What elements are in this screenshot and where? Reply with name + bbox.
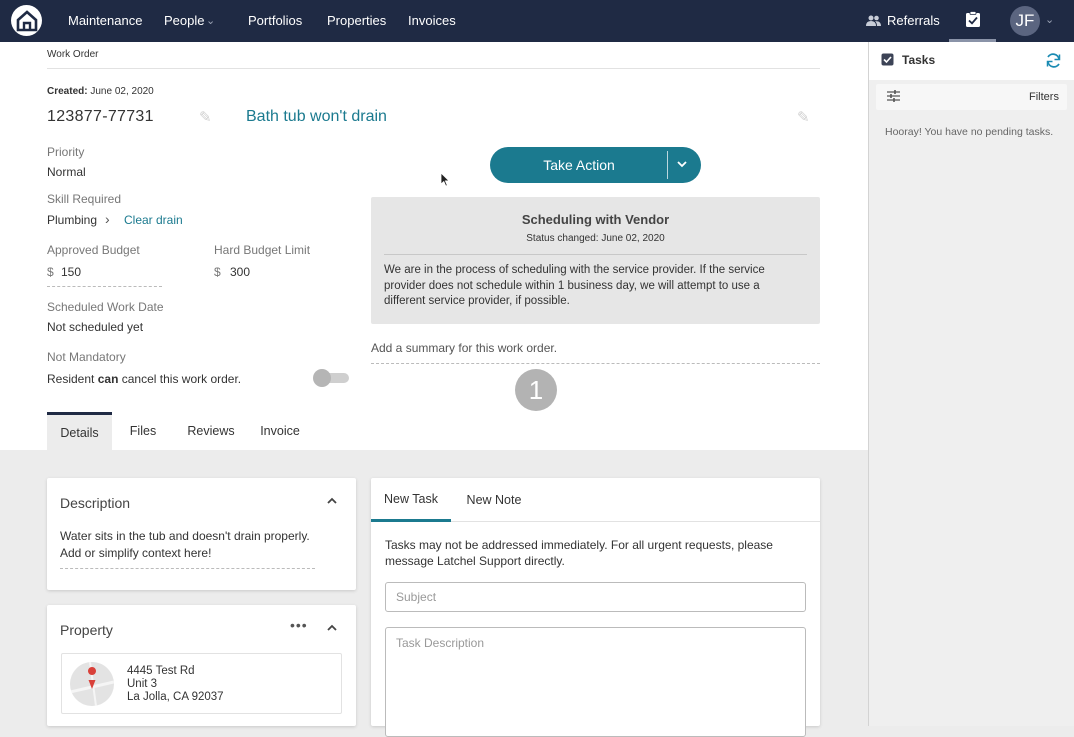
step-number-badge: 1 [515, 369, 557, 411]
currency-symbol: $ [47, 265, 54, 279]
created-label: Created: [47, 86, 88, 97]
hard-limit-label: Hard Budget Limit [214, 243, 311, 257]
property-address-box[interactable]: 4445 Test Rd Unit 3 La Jolla, CA 92037 [61, 653, 342, 714]
cancel-bold: can [97, 372, 119, 386]
description-title: Description [60, 495, 131, 511]
description-text[interactable]: Water sits in the tub and doesn't drain … [60, 529, 310, 543]
nav-people[interactable]: People [164, 13, 204, 28]
tab-new-task[interactable]: New Task [371, 478, 451, 522]
tab-files[interactable]: Files [120, 412, 166, 450]
property-title: Property [60, 622, 113, 638]
description-hint: Add or simplify context here! [60, 546, 212, 560]
cancel-prefix: Resident [47, 372, 95, 386]
toggle-knob[interactable] [313, 369, 331, 387]
empty-tasks-message: Hooray! You have no pending tasks. [885, 126, 1054, 138]
priority-label: Priority [47, 145, 85, 159]
breadcrumb: Work Order [47, 49, 99, 60]
divider [47, 68, 820, 69]
cancel-policy-text: Resident can cancel this work order. [47, 372, 241, 386]
address-line-1: 4445 Test Rd [127, 665, 195, 677]
nav-properties[interactable]: Properties [327, 13, 386, 28]
created-info: Created: June 02, 2020 [47, 86, 154, 97]
chevron-up-icon[interactable] [326, 494, 338, 512]
referrals-label: Referrals [887, 13, 940, 28]
work-order-title[interactable]: Bath tub won't drain [246, 108, 387, 126]
nav-maintenance[interactable]: Maintenance [68, 13, 142, 28]
tab-new-note[interactable]: New Note [459, 478, 529, 522]
cursor-icon [440, 172, 450, 187]
scheduled-value[interactable]: Not scheduled yet [47, 320, 143, 334]
nav-portfolios[interactable]: Portfolios [248, 13, 302, 28]
property-address: 4445 Test Rd Unit 3 La Jolla, CA 92037 [127, 665, 224, 704]
scheduled-label: Scheduled Work Date [47, 300, 164, 314]
address-line-3: La Jolla, CA 92037 [127, 691, 224, 703]
chevron-down-icon[interactable]: ⌄ [206, 14, 215, 27]
map-pin-icon [70, 662, 114, 706]
divider [384, 254, 807, 255]
button-divider [667, 151, 668, 179]
top-navigation: Maintenance People ⌄ Portfolios Properti… [0, 0, 1074, 42]
status-title: Scheduling with Vendor [521, 212, 670, 227]
take-action-button[interactable]: Take Action [490, 147, 701, 183]
chevron-down-icon[interactable] [676, 156, 688, 177]
refresh-icon[interactable] [1045, 52, 1062, 69]
property-card: Property ••• 4445 Test Rd Unit 3 La Joll… [47, 605, 356, 726]
subject-input[interactable] [385, 582, 806, 612]
task-form-card: New Task New Note Tasks may not be addre… [371, 478, 820, 737]
address-line-2: Unit 3 [127, 678, 158, 690]
sliders-icon[interactable] [887, 90, 900, 102]
status-message: We are in the process of scheduling with… [384, 264, 765, 307]
home-logo-icon[interactable] [11, 5, 42, 36]
status-panel: Scheduling with Vendor Status changed: J… [371, 197, 820, 324]
people-icon [866, 15, 881, 26]
work-order-id: 123877-77731 [47, 108, 154, 125]
tasks-sidebar: Tasks Filters Hooray! You have no pendin… [868, 42, 1074, 726]
tab-invoice[interactable]: Invoice [252, 412, 308, 450]
map-thumbnail [70, 662, 114, 706]
nav-invoices[interactable]: Invoices [408, 13, 456, 28]
task-description-input[interactable] [385, 627, 806, 737]
filters-label[interactable]: Filters [1029, 91, 1059, 103]
pencil-icon[interactable]: ✎ [797, 108, 810, 126]
skill-value[interactable]: Plumbing [47, 213, 97, 227]
priority-value[interactable]: Normal [47, 165, 86, 179]
summary-input[interactable]: Add a summary for this work order. [371, 341, 557, 355]
approved-budget-input[interactable]: 150 [61, 265, 81, 279]
subskill-link[interactable]: Clear drain [124, 213, 183, 227]
status-changed: Status changed: June 02, 2020 [526, 233, 665, 244]
sidebar-header [869, 42, 1074, 80]
more-options-icon[interactable]: ••• [290, 617, 308, 633]
referrals-link[interactable]: Referrals [866, 13, 940, 28]
chevron-right-icon: › [105, 211, 110, 227]
sidebar-title: Tasks [902, 53, 936, 67]
task-check-icon [965, 11, 980, 27]
mandatory-label: Not Mandatory [47, 350, 126, 364]
tab-reviews[interactable]: Reviews [180, 412, 242, 450]
skill-label: Skill Required [47, 192, 122, 206]
hard-limit-value: 300 [230, 265, 251, 279]
tasks-nav-button[interactable] [949, 0, 996, 42]
avatar[interactable]: JF [1010, 6, 1040, 36]
take-action-label[interactable]: Take Action [490, 147, 668, 183]
pencil-icon[interactable]: ✎ [199, 108, 212, 126]
description-card: Description Water sits in the tub and do… [47, 478, 356, 590]
input-underline [60, 568, 315, 569]
chevron-up-icon[interactable] [326, 621, 338, 639]
task-check-icon [881, 53, 894, 66]
created-date: June 02, 2020 [90, 86, 154, 97]
task-notice: Tasks may not be addressed immediately. … [385, 538, 773, 568]
chevron-down-icon[interactable]: ⌄ [1045, 13, 1054, 26]
currency-symbol: $ [214, 265, 221, 279]
input-underline [371, 363, 820, 364]
mandatory-toggle[interactable] [313, 369, 349, 387]
input-underline [47, 286, 162, 287]
approved-budget-label: Approved Budget [47, 243, 140, 257]
tab-details[interactable]: Details [47, 412, 112, 450]
cancel-suffix: cancel this work order. [121, 372, 242, 386]
